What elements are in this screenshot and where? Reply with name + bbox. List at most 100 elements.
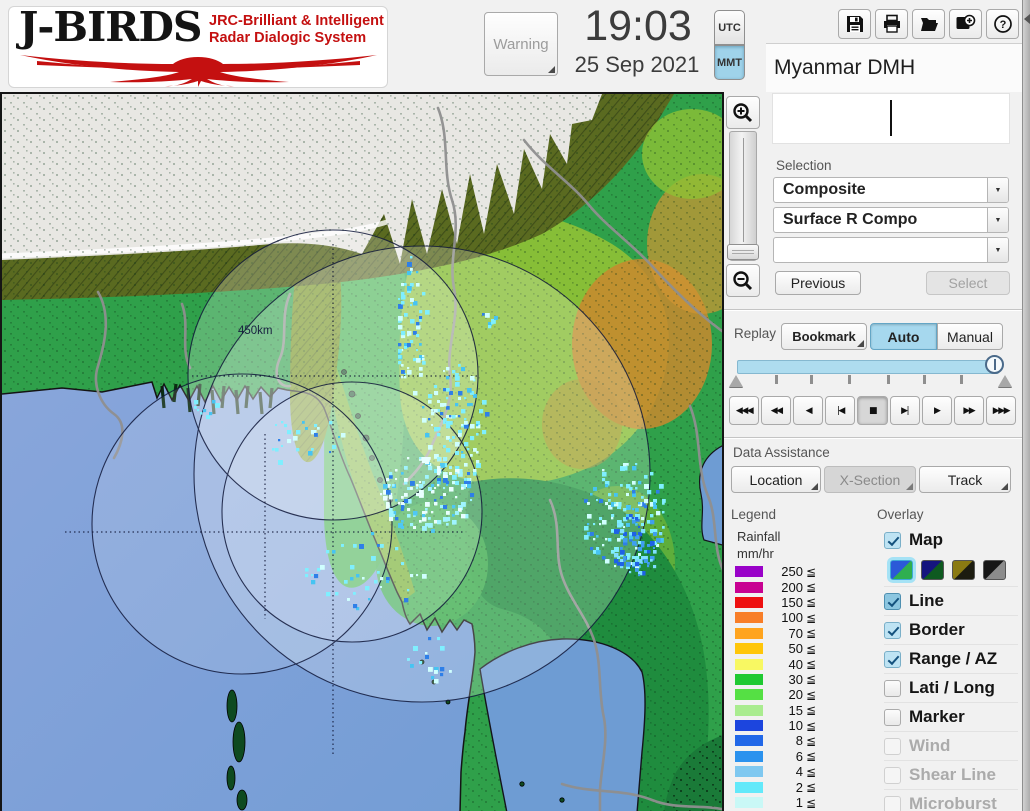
dropdown-product[interactable]: Surface R Compo ▼ — [773, 207, 1009, 233]
legend-threshold-icon: ≦ — [806, 626, 816, 640]
replay-auto-button[interactable]: Auto — [870, 323, 937, 350]
print-icon — [882, 14, 902, 34]
panel-collapse-handle[interactable] — [1022, 0, 1030, 811]
warning-button[interactable]: Warning — [484, 12, 558, 76]
checkbox-unchecked[interactable] — [884, 680, 901, 697]
legend-color-swatch — [735, 751, 763, 762]
overlay-row-shear-line[interactable]: Shear Line — [884, 760, 1018, 789]
playback-play-button[interactable]: ▶ — [922, 396, 952, 425]
legend-value: 30 — [769, 672, 803, 687]
checkbox-checked[interactable] — [884, 622, 901, 639]
logo-subtitle-line2: Radar Dialogic System — [209, 30, 389, 47]
checkbox-disabled — [884, 767, 901, 784]
timezone-mmt-button[interactable]: MMT — [714, 45, 745, 80]
station-info-box[interactable] — [772, 93, 1010, 144]
legend-scale: 250≦200≦150≦100≦70≦50≦40≦30≦20≦15≦10≦8≦6… — [735, 564, 816, 810]
legend-color-swatch — [735, 689, 763, 700]
playback-play-back-button[interactable]: ◀ — [793, 396, 823, 425]
legend-color-swatch — [735, 705, 763, 716]
playback-step-forward-button[interactable]: ▶| — [890, 396, 920, 425]
logo-subtitle-line1: JRC-Brilliant & Intelligent — [209, 13, 389, 30]
auto-label: Auto — [888, 329, 920, 345]
zoom-slider-handle[interactable] — [727, 244, 759, 260]
checkbox-disabled — [884, 796, 901, 811]
time-slider-handle[interactable] — [985, 355, 1004, 374]
time-slider-track[interactable] — [737, 360, 999, 374]
legend-color-swatch — [735, 735, 763, 746]
radar-map[interactable]: 450km — [0, 92, 724, 811]
help-button[interactable]: ? — [986, 9, 1019, 39]
bookmark-button[interactable]: Bookmark — [781, 323, 867, 350]
legend-row: 8≦ — [735, 733, 816, 748]
legend-value: 70 — [769, 626, 803, 641]
checkbox-checked[interactable] — [884, 651, 901, 668]
dropdown-product-type[interactable]: Composite ▼ — [773, 177, 1009, 203]
add-screenshot-icon — [955, 14, 976, 34]
data-assistance-label: Data Assistance — [733, 445, 830, 460]
legend-row: 6≦ — [735, 749, 816, 764]
legend-row: 70≦ — [735, 626, 816, 641]
map-style-swatch-3[interactable] — [952, 560, 975, 580]
overlay-row-microburst[interactable]: Microburst — [884, 789, 1018, 811]
save-button[interactable] — [838, 9, 871, 39]
playback-fast-forward-button[interactable]: ▶▶ — [954, 396, 984, 425]
legend-color-swatch — [735, 628, 763, 639]
chevron-down-icon[interactable]: ▼ — [987, 238, 1008, 262]
map-style-swatch-4[interactable] — [983, 560, 1006, 580]
slider-start-marker[interactable] — [729, 375, 743, 387]
legend-threshold-icon: ≦ — [806, 765, 816, 779]
overlay-label: Border — [909, 620, 965, 640]
overlay-label: Lati / Long — [909, 678, 995, 698]
timezone-utc-button[interactable]: UTC — [714, 10, 745, 45]
overlay-label: Shear Line — [909, 765, 996, 785]
checkbox-checked[interactable] — [884, 532, 901, 549]
text-cursor — [890, 100, 892, 136]
slider-tick — [810, 375, 813, 384]
dropdown-sub-product[interactable]: ▼ — [773, 237, 1009, 263]
overlay-row-marker[interactable]: Marker — [884, 702, 1018, 731]
playback-jump-end-button[interactable]: ▶▶▶ — [986, 396, 1016, 425]
checkbox-active[interactable] — [884, 593, 901, 610]
separator — [724, 309, 1022, 311]
zoom-in-button[interactable] — [726, 96, 760, 129]
map-style-swatch-2[interactable] — [921, 560, 944, 580]
slider-end-marker[interactable] — [998, 375, 1012, 387]
legend-color-swatch — [735, 659, 763, 670]
chevron-down-icon[interactable]: ▼ — [987, 178, 1008, 202]
checkbox-unchecked[interactable] — [884, 709, 901, 726]
overlay-row-range-az[interactable]: Range / AZ — [884, 644, 1018, 673]
legend-value: 15 — [769, 703, 803, 718]
track-button[interactable]: Track — [919, 466, 1011, 493]
legend-color-swatch — [735, 797, 763, 808]
legend-title: Legend — [731, 507, 776, 522]
overlay-row-wind[interactable]: Wind — [884, 731, 1018, 760]
capture-button[interactable] — [949, 9, 982, 39]
x-section-label: X-Section — [840, 472, 901, 488]
overlay-row-map[interactable]: Map — [884, 526, 1018, 554]
open-file-button[interactable] — [912, 9, 945, 39]
chevron-down-icon[interactable]: ▼ — [987, 208, 1008, 232]
x-section-button[interactable]: X-Section — [824, 466, 916, 493]
legend-threshold-icon: ≦ — [806, 734, 816, 748]
replay-manual-button[interactable]: Manual — [937, 323, 1003, 350]
playback-stop-button[interactable]: ■ — [857, 396, 887, 425]
zoom-in-icon — [732, 102, 754, 124]
print-button[interactable] — [875, 9, 908, 39]
overlay-label: Wind — [909, 736, 950, 756]
location-button[interactable]: Location — [731, 466, 821, 493]
playback-fast-rewind-button[interactable]: ◀◀ — [761, 396, 791, 425]
select-label: Select — [949, 275, 988, 291]
playback-step-back-button[interactable]: |◀ — [825, 396, 855, 425]
overlay-row-line[interactable]: Line — [884, 586, 1018, 615]
select-button[interactable]: Select — [926, 271, 1010, 295]
playback-jump-start-button[interactable]: ◀◀◀ — [729, 396, 759, 425]
zoom-out-button[interactable] — [726, 264, 760, 297]
zoom-slider-track[interactable] — [729, 131, 757, 261]
overlay-row-border[interactable]: Border — [884, 615, 1018, 644]
previous-label: Previous — [791, 275, 845, 291]
legend-color-swatch — [735, 766, 763, 777]
overlay-row-lati-long[interactable]: Lati / Long — [884, 673, 1018, 702]
previous-button[interactable]: Previous — [775, 271, 861, 295]
map-style-swatch-1[interactable] — [890, 560, 913, 580]
organization-strip: Myanmar DMH — [766, 43, 1022, 92]
